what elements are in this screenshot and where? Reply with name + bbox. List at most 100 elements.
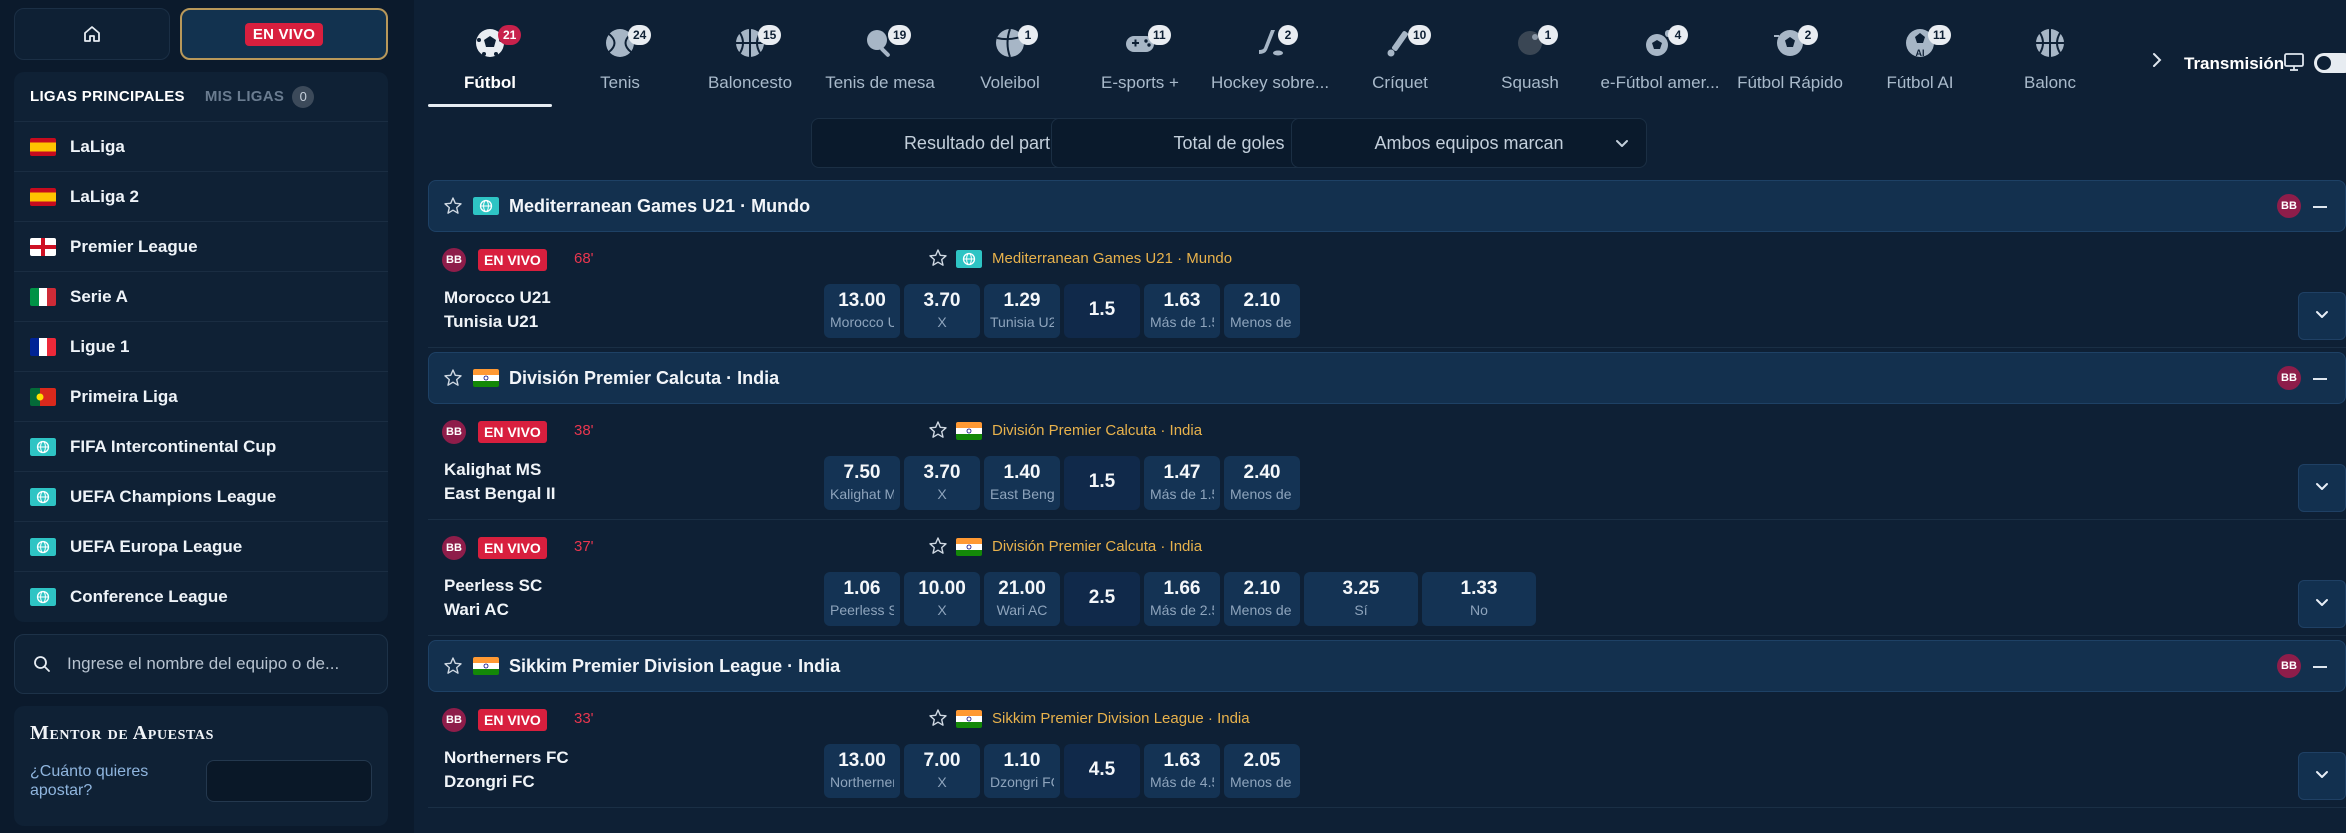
- league-item[interactable]: LaLiga: [14, 122, 388, 172]
- odds-button[interactable]: 1.66 Más de 2.5: [1144, 572, 1220, 626]
- odds-button[interactable]: 13.00 Northerners FC: [824, 744, 900, 798]
- league-item[interactable]: Ligue 1: [14, 322, 388, 372]
- odds-button[interactable]: 2.40 Menos de 1.5: [1224, 456, 1300, 510]
- match-row: BBEN VIVO38'Kalighat MSEast Bengal II00D…: [428, 404, 2346, 520]
- league-item[interactable]: UEFA Europa League: [14, 522, 388, 572]
- mentor-title: Mentor de Apuestas: [30, 722, 214, 744]
- collapse-icon[interactable]: [2313, 378, 2327, 380]
- transmission-toggle[interactable]: [2314, 53, 2346, 73]
- favorite-star-icon[interactable]: [443, 196, 463, 216]
- sport-tab-ai-football[interactable]: AI 11 Fútbol AI: [1858, 18, 1982, 108]
- odds-button[interactable]: 10.00 X: [904, 572, 980, 626]
- odds-button[interactable]: 3.70 X: [904, 456, 980, 510]
- odds-value: 3.70: [923, 462, 961, 483]
- odds-button[interactable]: 2.10 Menos de 2.5: [1224, 572, 1300, 626]
- main-content: 21 Fútbol 24 Tenis 15 Baloncesto 19 Tenis de me…: [414, 0, 2346, 833]
- odds-button[interactable]: 1.10 Dzongri FC: [984, 744, 1060, 798]
- expand-markets-button[interactable]: [2298, 580, 2346, 628]
- chevron-right-icon[interactable]: [2147, 50, 2167, 70]
- league-item[interactable]: Serie A: [14, 272, 388, 322]
- odds-button[interactable]: 1.47 Más de 1.5: [1144, 456, 1220, 510]
- sport-tab-volleyball[interactable]: 1 Voleibol: [948, 18, 1072, 108]
- league-name: Premier League: [70, 236, 198, 256]
- live-button[interactable]: EN VIVO: [180, 8, 388, 60]
- odds-button[interactable]: 7.00 X: [904, 744, 980, 798]
- search-input[interactable]: [67, 654, 367, 674]
- sport-tab-table-tennis[interactable]: 19 Tenis de mesa: [818, 18, 942, 108]
- mentor-amount-input[interactable]: [206, 760, 372, 802]
- sport-tab-tennis-ball[interactable]: 24 Tenis: [558, 18, 682, 108]
- odds-button[interactable]: 1.63 Más de 4.5: [1144, 744, 1220, 798]
- sport-count-badge: 21: [498, 25, 522, 45]
- mentor-question: ¿Cuánto quieres apostar?: [30, 763, 149, 799]
- home-team: Kalighat MS: [444, 460, 542, 479]
- odds-button[interactable]: 2.05 Menos de 4.5: [1224, 744, 1300, 798]
- sport-tab-squash[interactable]: 1 Squash: [1468, 18, 1592, 108]
- league-header[interactable]: Mediterranean Games U21 · Mundo BB: [428, 180, 2346, 232]
- favorite-star-icon[interactable]: [928, 248, 948, 268]
- market-dropdown[interactable]: Ambos equipos marcan: [1291, 118, 1647, 168]
- collapse-icon[interactable]: [2313, 666, 2327, 668]
- odds-value: 1.40: [1003, 462, 1041, 483]
- total-line: 1.5: [1064, 456, 1140, 510]
- live-button-label: EN VIVO: [244, 22, 324, 46]
- search-box[interactable]: [14, 634, 388, 694]
- match-league-name: División Premier Calcuta · India: [992, 422, 1203, 439]
- sport-tab-basketball[interactable]: Balonc: [1988, 18, 2112, 108]
- flag-icon: [30, 337, 56, 356]
- odds-button[interactable]: 1.33 No: [1422, 572, 1536, 626]
- league-item[interactable]: Primeira Liga: [14, 372, 388, 422]
- favorite-star-icon[interactable]: [928, 420, 948, 440]
- sport-tab-soccer-ball[interactable]: 21 Fútbol: [428, 18, 552, 108]
- league-header[interactable]: División Premier Calcuta · India BB: [428, 352, 2346, 404]
- tab-main-leagues[interactable]: LIGAS PRINCIPALES: [30, 88, 185, 105]
- favorite-star-icon[interactable]: [443, 368, 463, 388]
- sport-tab-cricket[interactable]: 10 Críquet: [1338, 18, 1462, 108]
- odds-button[interactable]: 21.00 Wari AC: [984, 572, 1060, 626]
- away-team: Wari AC: [444, 600, 509, 619]
- league-item[interactable]: Conference League: [14, 572, 388, 622]
- league-item[interactable]: Premier League: [14, 222, 388, 272]
- sport-tab-efootball[interactable]: 4 e-Fútbol amer...: [1598, 18, 1722, 108]
- odds-label: X: [937, 314, 947, 330]
- league-item[interactable]: LaLiga 2: [14, 172, 388, 222]
- live-badge: EN VIVO: [478, 249, 547, 271]
- away-team: East Bengal II: [444, 484, 556, 503]
- odds-button[interactable]: 1.63 Más de 1.5: [1144, 284, 1220, 338]
- expand-markets-button[interactable]: [2298, 752, 2346, 800]
- sport-tab-basketball[interactable]: 15 Baloncesto: [688, 18, 812, 108]
- odds-button[interactable]: 13.00 Morocco U21: [824, 284, 900, 338]
- odds-button[interactable]: 7.50 Kalighat MS: [824, 456, 900, 510]
- collapse-icon[interactable]: [2313, 206, 2327, 208]
- match-row: BBEN VIVO33'Northerners FCDzongri FC02Si…: [428, 692, 2346, 808]
- odds-button[interactable]: 1.29 Tunisia U21: [984, 284, 1060, 338]
- odds-button[interactable]: 3.70 X: [904, 284, 980, 338]
- expand-markets-button[interactable]: [2298, 464, 2346, 512]
- live-badge: EN VIVO: [478, 421, 547, 443]
- odds-button[interactable]: 3.25 Sí: [1304, 572, 1418, 626]
- odds-button[interactable]: 1.06 Peerless SC: [824, 572, 900, 626]
- league-header[interactable]: Sikkim Premier Division League · India BB: [428, 640, 2346, 692]
- odds-label: No: [1470, 602, 1488, 618]
- sport-label: e-Fútbol amer...: [1600, 73, 1720, 92]
- favorite-star-icon[interactable]: [928, 708, 948, 728]
- league-item[interactable]: FIFA Intercontinental Cup: [14, 422, 388, 472]
- favorite-star-icon[interactable]: [443, 656, 463, 676]
- home-button[interactable]: [14, 8, 170, 60]
- sport-tab-hockey[interactable]: 2 Hockey sobre...: [1208, 18, 1332, 108]
- sport-tab-fast-football[interactable]: 2 Fútbol Rápido: [1728, 18, 1852, 108]
- tab-my-leagues[interactable]: MIS LIGAS: [205, 88, 284, 105]
- toggle-knob: [2317, 56, 2331, 70]
- league-item[interactable]: UEFA Champions League: [14, 472, 388, 522]
- sport-tab-gamepad[interactable]: 11 E-sports +: [1078, 18, 1202, 108]
- sport-count-badge: 19: [888, 25, 912, 45]
- expand-markets-button[interactable]: [2298, 292, 2346, 340]
- home-team: Peerless SC: [444, 576, 543, 595]
- sport-count-badge: 2: [1798, 25, 1818, 45]
- odds-button[interactable]: 2.10 Menos de 1.5: [1224, 284, 1300, 338]
- chevron-down-icon: [1614, 135, 1630, 151]
- odds-button[interactable]: 1.40 East Bengal II: [984, 456, 1060, 510]
- favorite-star-icon[interactable]: [928, 536, 948, 556]
- sport-label: Críquet: [1372, 73, 1428, 92]
- sport-count-badge: 11: [1928, 25, 1951, 45]
